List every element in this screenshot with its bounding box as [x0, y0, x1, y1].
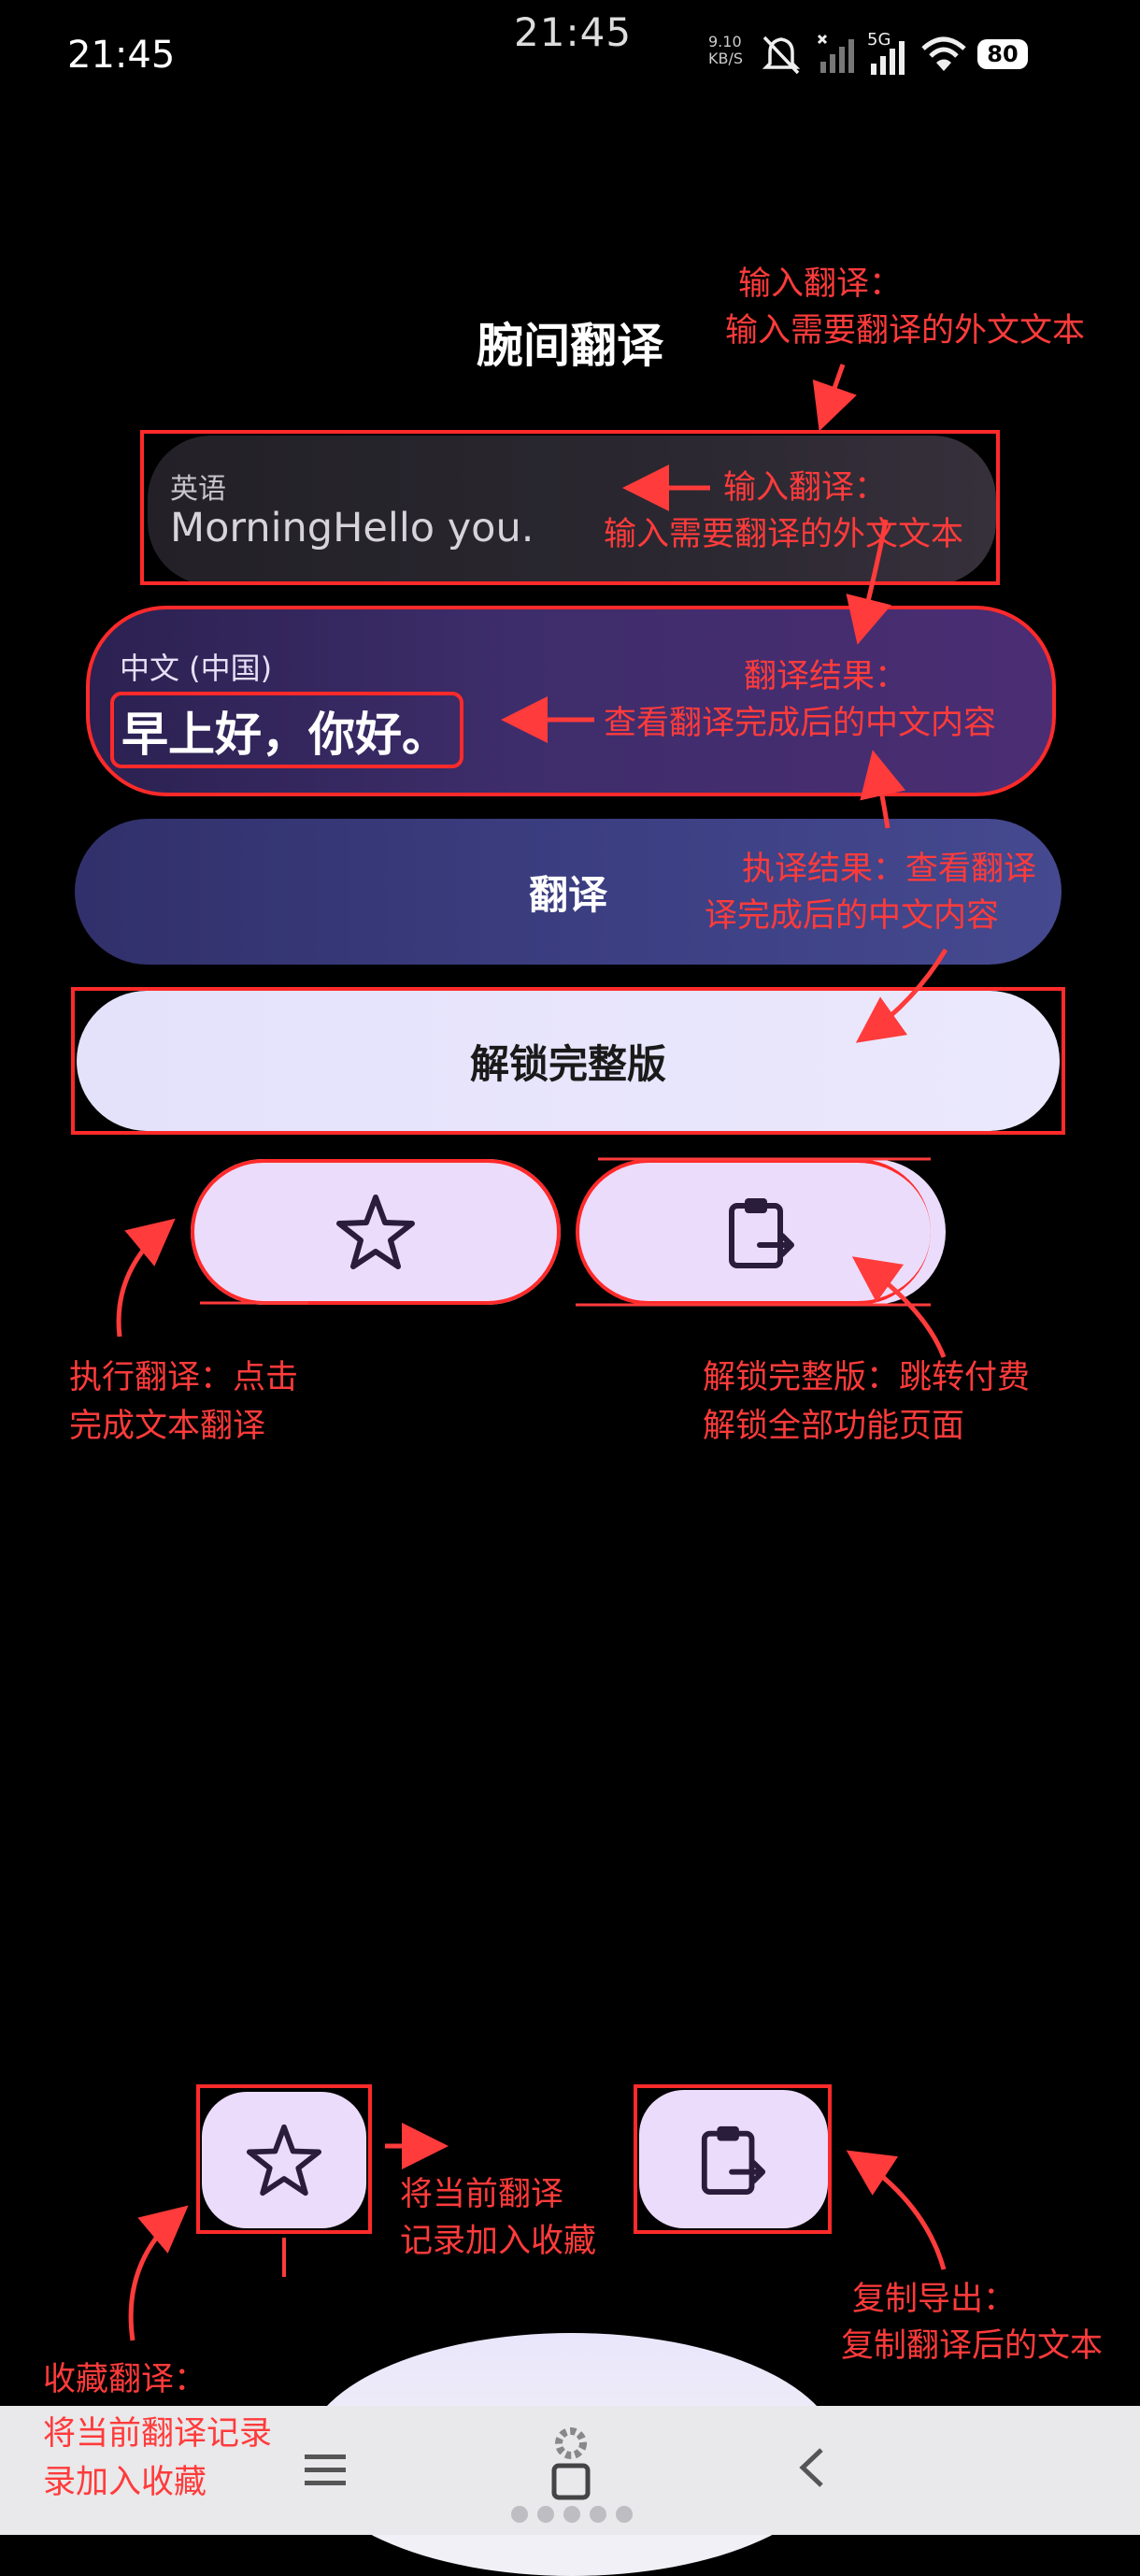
- annotation-copy-export-1: 复制导出：: [852, 2281, 1017, 2318]
- annotation-add-fav-2: 记录加入收藏: [400, 2223, 597, 2260]
- annotation-exec-translate-2: 完成文本翻译: [69, 1408, 266, 1445]
- annotation-result-title: 翻译结果：: [744, 658, 908, 695]
- annotation-arrows: [116, 364, 948, 2341]
- annotation-top-input-title: 输入翻译：: [738, 265, 903, 303]
- annotation-add-fav-1: 将当前翻译: [400, 2176, 564, 2213]
- annotation-unlock-2: 解锁全部功能页面: [703, 1408, 965, 1445]
- annotation-card-input-title: 输入翻译：: [723, 469, 888, 507]
- annotation-copy-export-2: 复制翻译后的文本: [841, 2327, 1104, 2365]
- annotation-card-input-desc: 输入需要翻译的外文文本: [604, 516, 964, 553]
- annotation-result-desc: 查看翻译完成后的中文内容: [604, 705, 997, 742]
- annotation-fav-title: 收藏翻译：: [43, 2361, 207, 2398]
- annotation-exec-result-2: 译完成后的中文内容: [705, 897, 1000, 935]
- annotation-exec-result-1: 执译结果：查看翻译: [742, 851, 1037, 888]
- annotation-exec-translate-1: 执行翻译：点击: [69, 1359, 299, 1396]
- annotation-fav-1: 将当前翻译记录: [43, 2415, 273, 2453]
- annotation-top-input-desc: 输入需要翻译的外文文本: [725, 312, 1086, 350]
- annotation-fav-2: 录加入收藏: [43, 2464, 207, 2501]
- annotation-unlock-1: 解锁完整版：跳转付费: [703, 1359, 1031, 1396]
